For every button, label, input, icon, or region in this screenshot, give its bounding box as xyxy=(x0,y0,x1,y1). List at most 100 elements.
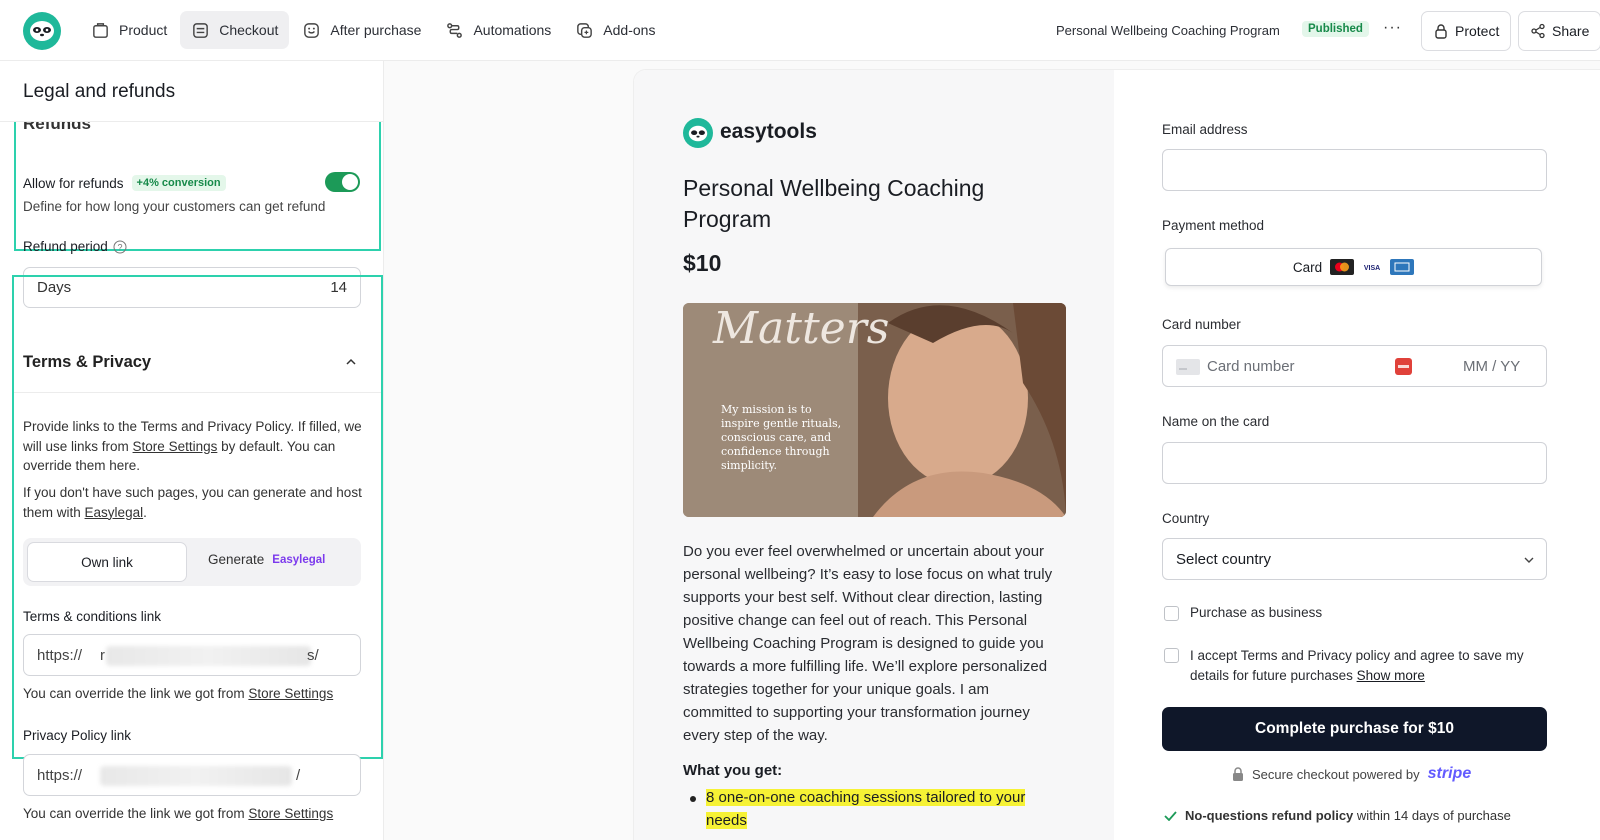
refund-period-row: Refund period ? xyxy=(23,239,127,254)
product-description: Do you ever feel overwhelmed or uncertai… xyxy=(683,543,1053,744)
card-payment-option[interactable]: Card VISA xyxy=(1165,248,1542,286)
addon-icon xyxy=(577,22,593,38)
box-icon xyxy=(93,22,108,38)
pp-link-label: Privacy Policy link xyxy=(23,728,132,743)
pp-link-input[interactable]: https:// / xyxy=(23,754,361,796)
svg-text:?: ? xyxy=(117,242,122,252)
sidebar-header: Legal and refunds xyxy=(0,61,383,122)
nav-add-ons[interactable]: Add-ons xyxy=(564,11,666,49)
easylegal-text: If you don't have such pages, you can ge… xyxy=(23,485,362,520)
help-icon[interactable]: ? xyxy=(113,240,127,254)
store-settings-link[interactable]: Store Settings xyxy=(133,439,218,454)
allow-refunds-row: Allow for refunds +4% conversion xyxy=(23,175,226,191)
autofill-card-icon[interactable] xyxy=(1395,358,1412,375)
tc-link-input[interactable]: https:// r s/ xyxy=(23,634,361,676)
generate-label: Generate xyxy=(208,552,265,567)
generate-option[interactable]: Generate Easylegal xyxy=(208,552,325,567)
nav-automations[interactable]: Automations xyxy=(434,11,562,49)
allow-refunds-toggle[interactable] xyxy=(325,172,360,192)
lock-icon xyxy=(1435,24,1447,39)
email-input[interactable] xyxy=(1162,149,1547,191)
tc-store-settings-link[interactable]: Store Settings xyxy=(248,686,333,701)
bullet-dot xyxy=(690,796,696,802)
country-value: Select country xyxy=(1176,551,1272,568)
complete-purchase-button[interactable]: Complete purchase for $10 xyxy=(1162,707,1547,751)
terms-intro-paragraph: Provide links to the Terms and Privacy P… xyxy=(23,417,363,476)
flow-icon xyxy=(447,22,463,38)
redacted-url xyxy=(106,646,311,666)
status-badge: Published xyxy=(1302,21,1369,37)
nav-add-ons-label: Add-ons xyxy=(603,22,656,38)
sloth-logo-icon xyxy=(30,21,54,41)
card-option-label: Card xyxy=(1292,259,1323,275)
protect-button[interactable]: Protect xyxy=(1421,11,1512,51)
terms-checkbox[interactable] xyxy=(1164,648,1179,663)
expiry-placeholder[interactable]: MM / YY xyxy=(1463,358,1520,375)
tc-url-start: r xyxy=(100,647,105,664)
nav-checkout-label: Checkout xyxy=(219,22,279,38)
product-image: Matters My mission is to inspire gentle … xyxy=(683,303,1066,517)
generic-card-icon xyxy=(1176,359,1200,375)
chevron-up-icon[interactable] xyxy=(345,358,357,366)
mastercard-icon xyxy=(1330,259,1355,275)
name-on-card-label: Name on the card xyxy=(1162,414,1270,429)
nav-after-purchase-label: After purchase xyxy=(330,22,422,38)
share-button[interactable]: Share xyxy=(1518,11,1600,51)
product-price: $10 xyxy=(683,250,722,276)
secure-checkout-note: Secure checkout powered by stripe xyxy=(1232,765,1471,783)
refund-period-label: Refund period xyxy=(23,239,108,254)
card-number-placeholder: Card number xyxy=(1207,358,1295,375)
easylegal-link[interactable]: Easylegal xyxy=(85,505,144,520)
svg-text:VISA: VISA xyxy=(1364,265,1380,272)
business-label: Purchase as business xyxy=(1190,605,1323,620)
lock-icon xyxy=(1233,767,1243,781)
nav-product[interactable]: Product xyxy=(80,11,178,49)
tc-link-label: Terms & conditions link xyxy=(23,609,162,624)
cta-label: Complete purchase for $10 xyxy=(1255,720,1454,737)
payment-method-label: Payment method xyxy=(1162,218,1265,233)
refund-policy-rest: within 14 days of purchase xyxy=(1356,808,1511,823)
own-link-option[interactable]: Own link xyxy=(27,542,187,582)
share-label: Share xyxy=(1552,23,1590,39)
business-checkbox[interactable] xyxy=(1164,606,1179,621)
tc-url-prefix: https:// xyxy=(37,647,83,664)
card-number-input[interactable]: Card number MM / YY xyxy=(1162,345,1547,387)
allow-refunds-label: Allow for refunds xyxy=(23,175,124,191)
link-source-segmented: Own link Generate Easylegal xyxy=(23,538,361,586)
tc-override-text: You can override the link we got from xyxy=(23,686,245,701)
email-label: Email address xyxy=(1162,122,1248,137)
refund-policy-bold: No-questions refund policy xyxy=(1185,808,1354,823)
more-options-icon[interactable]: ··· xyxy=(1383,19,1402,37)
top-bar: Product Checkout After purchase Automati… xyxy=(0,0,1600,61)
nav-checkout[interactable]: Checkout xyxy=(180,11,290,49)
terms-heading[interactable]: Terms & Privacy xyxy=(23,353,151,372)
easylegal-badge: Easylegal xyxy=(272,553,326,566)
visa-icon: VISA xyxy=(1360,259,1385,275)
woman-portrait-image: Matters My mission is to inspire gentle … xyxy=(683,303,1066,517)
tc-override-note: You can override the link we got from St… xyxy=(23,686,333,701)
country-select[interactable]: Select country xyxy=(1162,538,1547,580)
easylegal-paragraph: If you don't have such pages, you can ge… xyxy=(23,483,363,522)
country-label: Country xyxy=(1162,511,1210,526)
name-on-card-input[interactable] xyxy=(1162,442,1547,484)
secure-text: Secure checkout powered by xyxy=(1252,766,1420,782)
refund-policy-note: No-questions refund policy within 14 day… xyxy=(1164,808,1511,823)
app-logo[interactable] xyxy=(23,12,61,50)
brand-logo xyxy=(683,118,713,148)
product-title: Personal Wellbeing Coaching Program xyxy=(683,175,985,232)
chevron-down-icon xyxy=(1524,557,1534,563)
pp-override-note: You can override the link we got from St… xyxy=(23,806,333,821)
redacted-url xyxy=(100,766,292,786)
main-nav: Product Checkout After purchase Automati… xyxy=(80,11,666,49)
show-more-link[interactable]: Show more xyxy=(1357,668,1425,683)
nav-product-label: Product xyxy=(119,22,168,38)
sidebar-title: Legal and refunds xyxy=(23,81,176,102)
check-icon xyxy=(1164,810,1177,821)
what-you-get-heading: What you get: xyxy=(683,762,783,779)
pp-store-settings-link[interactable]: Store Settings xyxy=(248,806,333,821)
own-link-label: Own link xyxy=(81,554,133,570)
nav-after-purchase[interactable]: After purchase xyxy=(291,11,432,49)
stripe-logo: stripe xyxy=(1427,765,1472,782)
cart-icon xyxy=(193,22,209,38)
image-script-word: Matters xyxy=(712,303,889,354)
